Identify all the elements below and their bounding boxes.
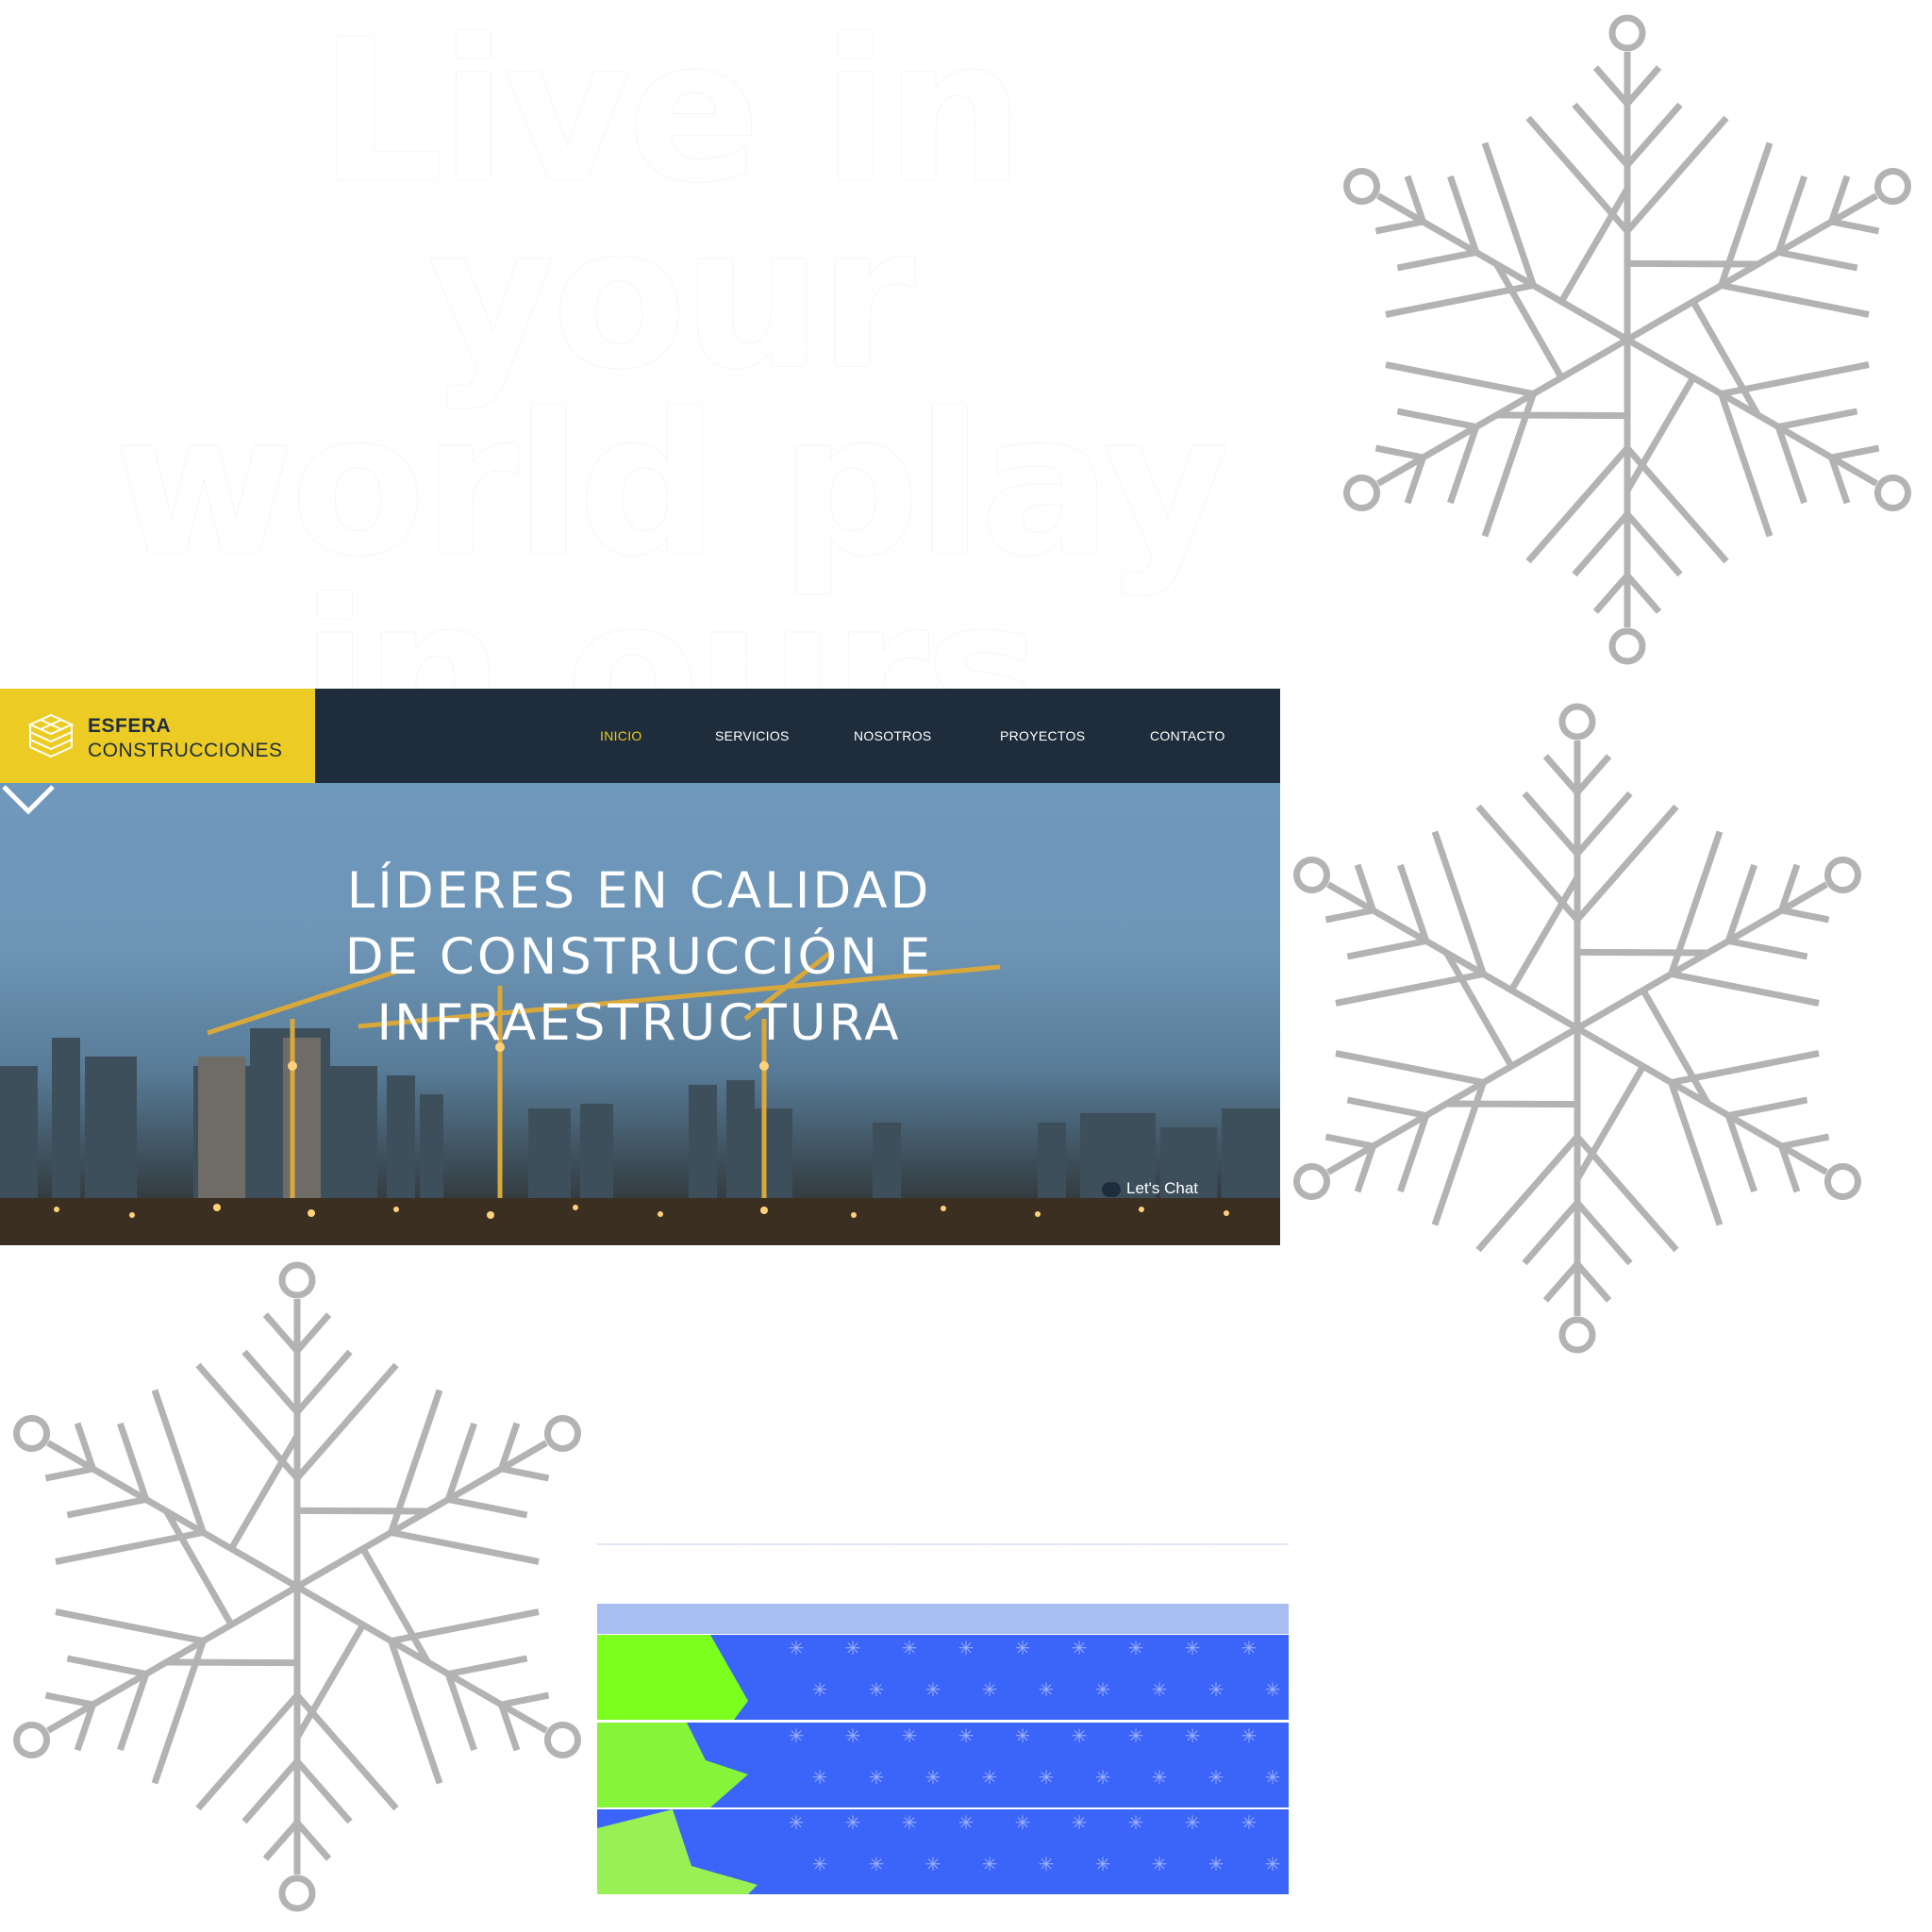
brand-subtitle: CONSTRUCCIONES <box>88 740 283 761</box>
hero-title: LÍDERES EN CALIDAD DE CONSTRUCCIÓN E INF… <box>226 858 1052 1057</box>
chat-icon <box>1102 1181 1121 1197</box>
axis-tick: · <box>814 1547 818 1557</box>
snowflake-icon: ✳ <box>868 1855 885 1875</box>
hero-title-line: LÍDERES EN CALIDAD <box>346 862 932 920</box>
snowflake-icon: ✳ <box>1094 1855 1111 1875</box>
axis-line <box>597 1543 1289 1545</box>
snowflake-icon: ✳ <box>958 1813 974 1834</box>
snowflake-icon: ✳ <box>1014 1726 1031 1747</box>
snowflake-icon: ✳ <box>958 1726 974 1747</box>
website-preview: ESFERA CONSTRUCCIONES INICIO SERVICIOS N… <box>0 689 1280 1245</box>
snowflake-icon: ✳ <box>1264 1768 1281 1789</box>
snowflake-icon: ✳ <box>924 1768 941 1789</box>
list-item[interactable]: ✳ ✳ ✳ ✳ ✳ ✳ ✳ ✳ ✳ ✳ ✳ ✳ ✳ ✳ ✳ ✳ ✳ ✳ <box>597 1809 1289 1894</box>
snowflake-icon: ✳ <box>1208 1855 1224 1875</box>
snowflake-icon <box>0 1247 599 1926</box>
nav-item-nosotros[interactable]: NOSOTROS <box>854 728 932 743</box>
snowflake-icon: ✳ <box>811 1855 828 1875</box>
list-item[interactable]: ✳ ✳ ✳ ✳ ✳ ✳ ✳ ✳ ✳ ✳ ✳ ✳ ✳ ✳ ✳ ✳ ✳ ✳ <box>597 1635 1289 1720</box>
snowflake-icon: ✳ <box>1038 1855 1055 1875</box>
snowflake-icon: ✳ <box>1127 1639 1144 1659</box>
snowflake-icon: ✳ <box>868 1680 885 1701</box>
snowflake-icon: ✳ <box>901 1639 918 1659</box>
top-nav: ESFERA CONSTRUCCIONES INICIO SERVICIOS N… <box>0 689 1280 783</box>
snowflake-icon: ✳ <box>788 1813 805 1834</box>
logo[interactable]: ESFERA CONSTRUCCIONES <box>0 689 315 783</box>
nav-item-proyectos[interactable]: PROYECTOS <box>1000 728 1085 743</box>
chat-button[interactable]: Let's Chat <box>1102 1179 1198 1208</box>
snowflake-icon: ✳ <box>1241 1813 1257 1834</box>
hero-banner: LÍDERES EN CALIDAD DE CONSTRUCCIÓN E INF… <box>0 783 1280 1245</box>
chat-label: Let's Chat <box>1126 1179 1199 1197</box>
snowflake-icon: ✳ <box>1241 1726 1257 1747</box>
snowflake-icon: ✳ <box>958 1639 974 1659</box>
nav-item-inicio[interactable]: INICIO <box>600 728 642 743</box>
axis-tick: · <box>1135 1547 1139 1557</box>
snowflake-icon: ✳ <box>981 1680 998 1701</box>
snowflake-icon: ✳ <box>788 1726 805 1747</box>
snowflake-icon: ✳ <box>1094 1680 1111 1701</box>
snowflake-icon <box>1325 0 1929 679</box>
axis-tick: · <box>984 1547 988 1557</box>
snowflake-icon: ✳ <box>1071 1726 1088 1747</box>
snowflake-icon: ✳ <box>1151 1855 1168 1875</box>
snowflake-icon: ✳ <box>1071 1813 1088 1834</box>
snowflake-icon: ✳ <box>1208 1768 1224 1789</box>
snowflake-icon: ✳ <box>981 1855 998 1875</box>
lower-widget: ✳ ✳ ✳ ✳ ✳ ✳ ✳ ✳ ✳ ✳ ✳ ✳ ✳ ✳ ✳ ✳ ✳ ✳ ✳ ✳ ✳ ✳ ✳ ✳ ✳ ✳ ✳ ✳ ✳ ✳ ✳ ✳ ✳ ✳ ✳ ✳ ✳ ✳… <box>597 1538 1289 1896</box>
snowflake-icon: ✳ <box>1127 1813 1144 1834</box>
list-item[interactable]: ✳ ✳ ✳ ✳ ✳ ✳ ✳ ✳ ✳ ✳ ✳ ✳ ✳ ✳ ✳ ✳ ✳ ✳ <box>597 1723 1289 1807</box>
snowflake-icon: ✳ <box>868 1768 885 1789</box>
snowflake-icon: ✳ <box>901 1726 918 1747</box>
snowflake-icon: ✳ <box>1184 1813 1201 1834</box>
axis-tick: · <box>739 1547 742 1557</box>
snowflake-icon: ✳ <box>1071 1639 1088 1659</box>
snowflake-icon: ✳ <box>844 1813 861 1834</box>
snowflake-icon: ✳ <box>1184 1639 1201 1659</box>
axis-tick: · <box>654 1547 658 1557</box>
overlay-title: Live in your world play in ours <box>113 0 1230 787</box>
header-band <box>597 1604 1289 1634</box>
snowflake-icon: ✳ <box>1151 1768 1168 1789</box>
hero-title-line: INFRAESTRUCTURA <box>376 994 902 1052</box>
chevron-down-icon[interactable] <box>0 783 57 817</box>
brand-name: ESFERA <box>88 715 172 737</box>
snowflake-icon: ✳ <box>788 1639 805 1659</box>
axis-tick: · <box>890 1547 893 1557</box>
axis-tick: · <box>1210 1547 1214 1557</box>
green-shape <box>597 1809 758 1894</box>
snowflake-icon: ✳ <box>1038 1768 1055 1789</box>
axis-tick: · <box>1059 1547 1063 1557</box>
snowflake-icon: ✳ <box>844 1726 861 1747</box>
snowflake-icon: ✳ <box>811 1680 828 1701</box>
snowflake-icon: ✳ <box>811 1768 828 1789</box>
green-shape <box>597 1635 748 1720</box>
hero-title-line: DE CONSTRUCCIÓN E <box>344 928 934 986</box>
nav-item-servicios[interactable]: SERVICIOS <box>715 728 790 743</box>
snowflake-icon: ✳ <box>924 1855 941 1875</box>
snowflake-icon: ✳ <box>1038 1680 1055 1701</box>
snowflake-icon: ✳ <box>1014 1639 1031 1659</box>
logo-cube-icon <box>27 713 75 758</box>
snowflake-icon: ✳ <box>1264 1855 1281 1875</box>
snowflake-icon: ✳ <box>1208 1680 1224 1701</box>
snowflake-icon: ✳ <box>981 1768 998 1789</box>
snowflake-icon: ✳ <box>1094 1768 1111 1789</box>
snowflake-icon: ✳ <box>844 1639 861 1659</box>
snowflake-icon: ✳ <box>924 1680 941 1701</box>
snowflake-icon: ✳ <box>1184 1726 1201 1747</box>
snowflake-icon <box>1275 689 1879 1368</box>
green-shape <box>597 1723 748 1807</box>
snowflake-icon: ✳ <box>901 1813 918 1834</box>
nav-item-contacto[interactable]: CONTACTO <box>1150 728 1225 743</box>
snowflake-icon: ✳ <box>1264 1680 1281 1701</box>
snowflake-icon: ✳ <box>1127 1726 1144 1747</box>
snowflake-icon: ✳ <box>1241 1639 1257 1659</box>
snowflake-icon: ✳ <box>1151 1680 1168 1701</box>
snowflake-icon: ✳ <box>1014 1813 1031 1834</box>
